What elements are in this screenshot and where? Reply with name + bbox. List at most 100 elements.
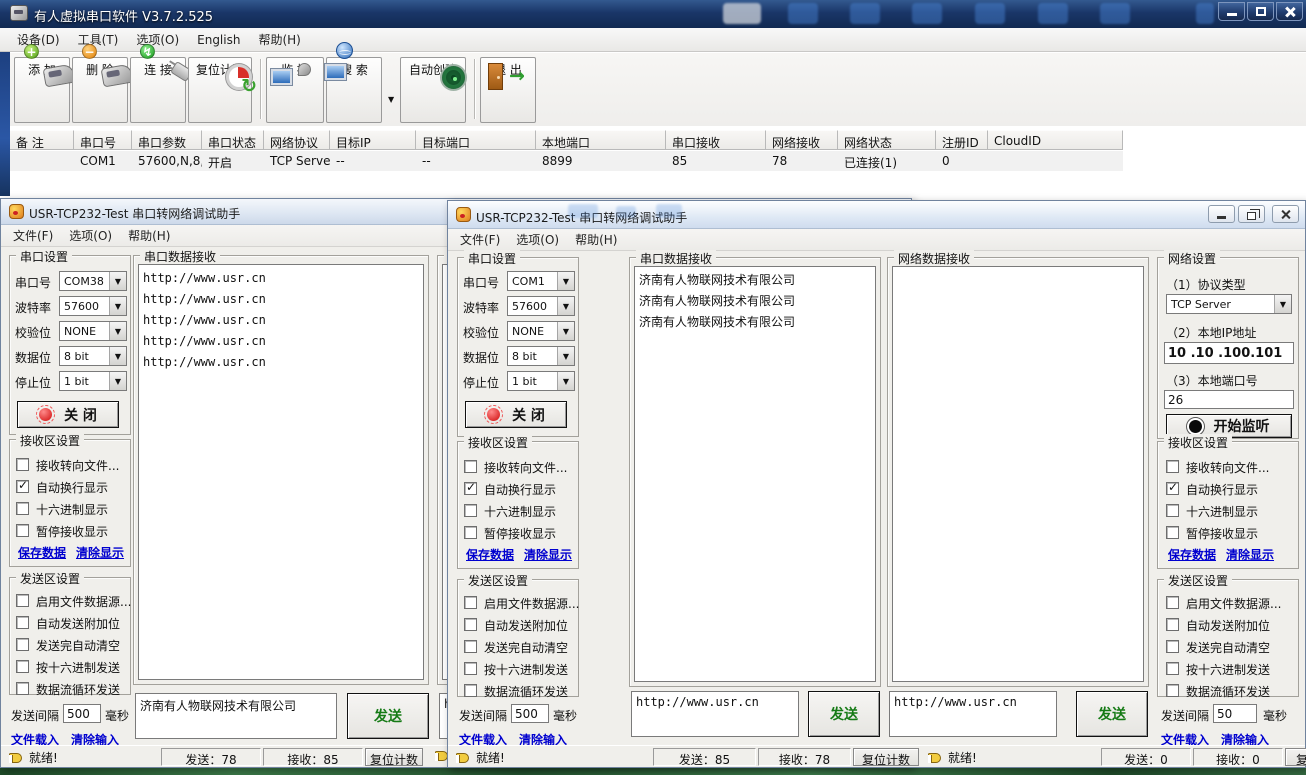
menu-item[interactable]: 选项(O) <box>61 225 120 246</box>
table-header-cell[interactable]: 串口接收 <box>666 130 766 150</box>
connect-button[interactable]: ↯ 连 接 <box>130 57 186 123</box>
com-port-select[interactable]: COM1 <box>507 271 575 291</box>
checkbox[interactable] <box>464 526 477 539</box>
clear-display-link[interactable]: 清除显示 <box>524 546 572 563</box>
chevron-down-icon[interactable] <box>109 272 126 290</box>
main-titlebar[interactable]: 有人虚拟串口软件 V3.7.2.525 <box>0 0 1306 28</box>
serial-receive-textarea[interactable]: 济南有人物联网技术有限公司济南有人物联网技术有限公司济南有人物联网技术有限公司 <box>634 266 876 682</box>
table-header-cell[interactable]: 目标端口 <box>416 130 536 150</box>
reset-counter-link[interactable]: 复位计数 <box>1285 748 1306 766</box>
baud-rate-select[interactable]: 57600 <box>59 296 127 316</box>
exit-button[interactable]: → 退 出 <box>480 57 536 123</box>
device-table-row[interactable]: COM157600,N,8,1开启TCP Server----88998578已… <box>10 151 1123 171</box>
reset-counter-button[interactable]: 复位计数 <box>188 57 252 123</box>
checkbox-option[interactable]: 数据流循环发送 <box>12 678 130 700</box>
send-interval-input[interactable]: 500 <box>63 704 101 723</box>
checkbox[interactable] <box>16 458 29 471</box>
checkbox-option[interactable]: 自动发送附加位 <box>460 614 578 636</box>
checkbox-option[interactable]: 按十六进制发送 <box>1162 658 1298 680</box>
checkbox-label[interactable]: 接收转向文件... <box>484 461 567 475</box>
menu-item[interactable]: 工具(T) <box>69 28 128 51</box>
send-network-button[interactable]: 发送 <box>1076 691 1148 737</box>
table-header-cell[interactable]: 网络协议 <box>264 130 330 150</box>
checkbox-option[interactable]: 按十六进制发送 <box>460 658 578 680</box>
checkbox-option[interactable]: 接收转向文件... <box>460 456 578 478</box>
checkbox-label[interactable]: 数据流循环发送 <box>36 683 120 697</box>
checkbox-label[interactable]: 发送完自动清空 <box>484 641 568 655</box>
menu-item[interactable]: 文件(F) <box>5 225 61 246</box>
checkbox[interactable] <box>464 662 477 675</box>
checkbox-option[interactable]: 接收转向文件... <box>1162 456 1298 478</box>
checkbox-label[interactable]: 自动换行显示 <box>484 483 556 497</box>
serial-send-input[interactable]: http://www.usr.cn <box>631 691 799 737</box>
checkbox-label[interactable]: 数据流循环发送 <box>1186 685 1270 699</box>
checkbox[interactable] <box>16 660 29 673</box>
chevron-down-icon[interactable] <box>557 347 574 365</box>
menu-item[interactable]: 帮助(H) <box>567 229 625 250</box>
chevron-down-icon[interactable] <box>109 297 126 315</box>
menu-item[interactable]: 帮助(H) <box>249 28 309 51</box>
search-button[interactable]: 搜 索 <box>326 57 382 123</box>
menu-item[interactable]: 帮助(H) <box>120 225 178 246</box>
stop-bits-select[interactable]: 1 bit <box>507 371 575 391</box>
checkbox-option[interactable]: 接收转向文件... <box>12 454 130 476</box>
protocol-type-select[interactable]: TCP Server <box>1166 294 1292 314</box>
checkbox[interactable] <box>464 684 477 697</box>
checkbox-label[interactable]: 启用文件数据源... <box>36 595 131 609</box>
checkbox-option[interactable]: 暂停接收显示 <box>460 522 578 544</box>
checkbox-option[interactable]: 自动发送附加位 <box>1162 614 1298 636</box>
data-bits-select[interactable]: 8 bit <box>507 346 575 366</box>
menu-item[interactable]: 选项(O) <box>508 229 567 250</box>
close-serial-button[interactable]: 关 闭 <box>465 401 567 428</box>
close-button[interactable] <box>1272 205 1299 223</box>
search-dropdown-arrow[interactable]: ▼ <box>388 95 394 104</box>
send-interval-input[interactable]: 500 <box>511 704 549 723</box>
reset-counter-link[interactable]: 复位计数 <box>853 748 919 766</box>
menu-item[interactable]: English <box>188 30 249 50</box>
save-data-link[interactable]: 保存数据 <box>18 544 66 561</box>
checkbox-label[interactable]: 自动换行显示 <box>1186 483 1258 497</box>
checkbox-label[interactable]: 十六进制显示 <box>36 503 108 517</box>
add-button[interactable]: + 添 加 <box>14 57 70 123</box>
monitor-button[interactable]: 监 控 <box>266 57 324 123</box>
maximize-button[interactable] <box>1247 2 1274 21</box>
checkbox-label[interactable]: 自动发送附加位 <box>1186 619 1270 633</box>
checkbox-label[interactable]: 自动换行显示 <box>36 481 108 495</box>
checkbox-option[interactable]: 按十六进制发送 <box>12 656 130 678</box>
reset-counter-link[interactable]: 复位计数 <box>365 748 423 766</box>
checkbox[interactable] <box>16 682 29 695</box>
titlebar[interactable]: USR-TCP232-Test 串口转网络调试助手 <box>448 201 1305 229</box>
checkbox-label[interactable]: 按十六进制发送 <box>36 661 120 675</box>
local-ip-input[interactable]: 10 .10 .100.101 <box>1164 342 1294 364</box>
checkbox[interactable] <box>16 594 29 607</box>
send-interval-input[interactable]: 50 <box>1213 704 1257 723</box>
table-header-cell[interactable]: 本地端口 <box>536 130 666 150</box>
checkbox[interactable] <box>1166 618 1179 631</box>
checkbox-label[interactable]: 暂停接收显示 <box>484 527 556 541</box>
table-header-cell[interactable]: 网络状态 <box>838 130 936 150</box>
checkbox-label[interactable]: 发送完自动清空 <box>1186 641 1270 655</box>
checkbox-label[interactable]: 按十六进制发送 <box>1186 663 1270 677</box>
checkbox[interactable] <box>16 616 29 629</box>
chevron-down-icon[interactable] <box>557 322 574 340</box>
minimize-button[interactable] <box>1218 2 1245 21</box>
checkbox-label[interactable]: 自动发送附加位 <box>36 617 120 631</box>
checkbox-label[interactable]: 十六进制显示 <box>1186 505 1258 519</box>
auto-create-button[interactable]: 自动创建 <box>400 57 466 123</box>
table-header-cell[interactable]: 串口号 <box>74 130 132 150</box>
checkbox[interactable] <box>16 638 29 651</box>
table-header-cell[interactable]: 网络接收 <box>766 130 838 150</box>
checkbox-option[interactable]: 暂停接收显示 <box>1162 522 1298 544</box>
checkbox[interactable] <box>16 502 29 515</box>
checkbox-label[interactable]: 按十六进制发送 <box>484 663 568 677</box>
chevron-down-icon[interactable] <box>109 347 126 365</box>
chevron-down-icon[interactable] <box>109 322 126 340</box>
checkbox-label[interactable]: 自动发送附加位 <box>484 619 568 633</box>
restore-button[interactable] <box>1238 205 1265 223</box>
chevron-down-icon[interactable] <box>557 272 574 290</box>
chevron-down-icon[interactable] <box>1274 295 1291 313</box>
chevron-down-icon[interactable] <box>557 297 574 315</box>
checkbox-option[interactable]: 十六进制显示 <box>460 500 578 522</box>
checkbox[interactable] <box>1166 460 1179 473</box>
checkbox-option[interactable]: 自动换行显示 <box>12 476 130 498</box>
